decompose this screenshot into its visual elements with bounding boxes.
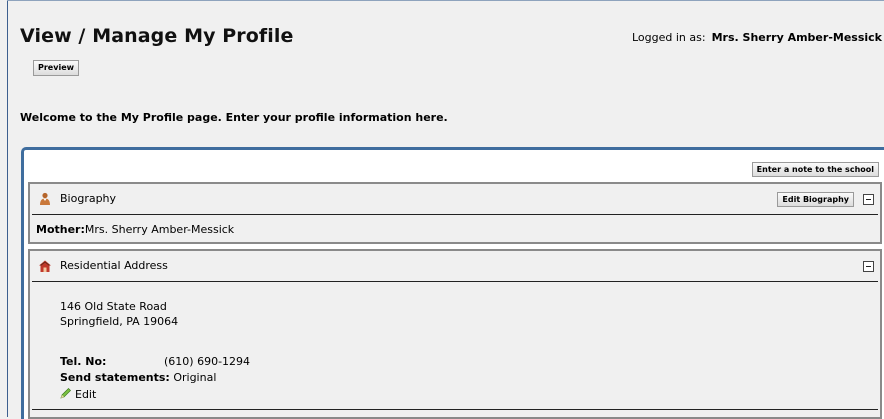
address-title: Residential Address xyxy=(60,259,168,272)
note-to-school-button[interactable]: Enter a note to the school xyxy=(751,162,879,177)
profile-page: View / Manage My Profile Logged in as: Mr… xyxy=(8,1,884,419)
pencil-icon xyxy=(60,388,71,399)
welcome-message: Welcome to the My Profile page. Enter yo… xyxy=(20,111,448,124)
statements-label: Send statements: xyxy=(60,371,170,384)
address-line-1: 146 Old State Road xyxy=(60,300,167,313)
logged-in-label: Logged in as: xyxy=(632,31,706,44)
edit-address-link[interactable]: Edit xyxy=(60,387,96,401)
address-lines: 146 Old State Road Springfield, PA 19064 xyxy=(60,299,178,329)
collapse-icon[interactable] xyxy=(863,261,874,272)
telephone-value: (610) 690-1294 xyxy=(164,355,251,368)
telephone-label: Tel. No: xyxy=(60,355,107,368)
mother-label: Mother: xyxy=(36,223,85,236)
collapse-icon[interactable] xyxy=(863,194,874,205)
telephone-row: Tel. No: (610) 690-1294 xyxy=(60,355,250,368)
mother-row: Mother:Mrs. Sherry Amber-Messick xyxy=(36,223,234,236)
biography-title: Biography xyxy=(60,192,117,205)
page-title: View / Manage My Profile xyxy=(20,25,294,47)
profile-panel: Enter a note to the school Biography Edi… xyxy=(21,147,884,419)
biography-header: Biography Edit Biography xyxy=(32,184,878,215)
person-icon xyxy=(40,192,50,205)
statements-row: Send statements: Original xyxy=(60,371,216,384)
residential-address-section: Residential Address 146 Old State Road S… xyxy=(28,249,882,419)
address-line-2: Springfield, PA 19064 xyxy=(60,315,179,328)
biography-section: Biography Edit Biography Mother:Mrs. She… xyxy=(28,182,882,244)
edit-biography-button[interactable]: Edit Biography xyxy=(777,192,854,207)
address-bottom-divider xyxy=(32,409,878,410)
house-icon xyxy=(39,260,51,272)
preview-button[interactable]: Preview xyxy=(33,60,80,76)
logged-in-info: Logged in as: Mrs. Sherry Amber-Messick xyxy=(632,31,882,44)
mother-value: Mrs. Sherry Amber-Messick xyxy=(84,223,235,236)
edit-address-label[interactable]: Edit xyxy=(75,388,96,401)
address-header: Residential Address xyxy=(32,251,878,282)
statements-value: Original xyxy=(173,371,217,384)
logged-in-name: Mrs. Sherry Amber-Messick xyxy=(711,31,882,44)
